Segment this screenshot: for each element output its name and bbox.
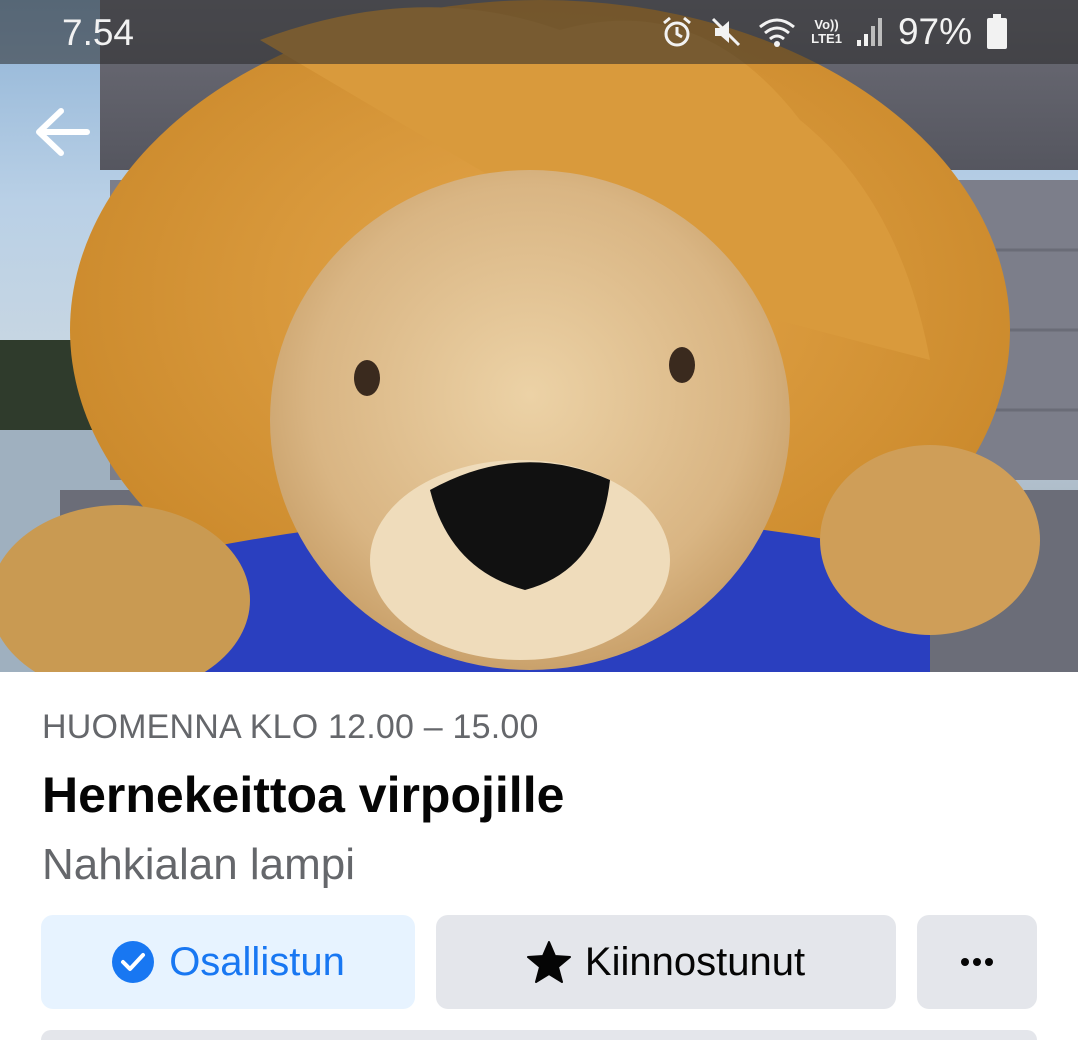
status-bar: 7.54 Vo)) LTE1 97% <box>0 0 1078 64</box>
event-title: Hernekeittoa virpojille <box>42 767 565 823</box>
going-label: Osallistun <box>169 939 345 984</box>
status-icons: Vo)) LTE1 97% <box>659 10 1008 54</box>
going-button[interactable]: Osallistun <box>41 915 415 1009</box>
status-time: 7.54 <box>62 12 135 53</box>
battery-icon <box>986 14 1008 50</box>
wifi-icon <box>757 15 797 49</box>
more-options-button[interactable] <box>917 915 1037 1009</box>
battery-percent: 97% <box>897 11 972 52</box>
more-dots-icon <box>961 958 993 966</box>
next-section-edge <box>41 1030 1037 1040</box>
star-icon <box>526 941 571 983</box>
interested-label: Kiinnostunut <box>584 939 806 984</box>
back-arrow-icon <box>36 108 90 156</box>
event-date-time: HUOMENNA KLO 12.00 – 15.00 <box>42 708 539 746</box>
lte-label: LTE1 <box>811 31 842 46</box>
back-button[interactable] <box>30 102 94 162</box>
mute-icon <box>709 15 743 49</box>
lion-plush-illustration <box>0 0 1078 672</box>
event-location[interactable]: Nahkialan lampi <box>42 840 355 890</box>
signal-icon <box>856 16 884 48</box>
volte-label: Vo)) <box>814 17 839 32</box>
event-cover-photo[interactable] <box>0 0 1078 672</box>
volte-icon: Vo)) LTE1 <box>811 18 842 46</box>
check-circle-icon <box>112 941 155 983</box>
alarm-icon <box>659 14 695 50</box>
interested-button[interactable]: Kiinnostunut <box>436 915 896 1009</box>
